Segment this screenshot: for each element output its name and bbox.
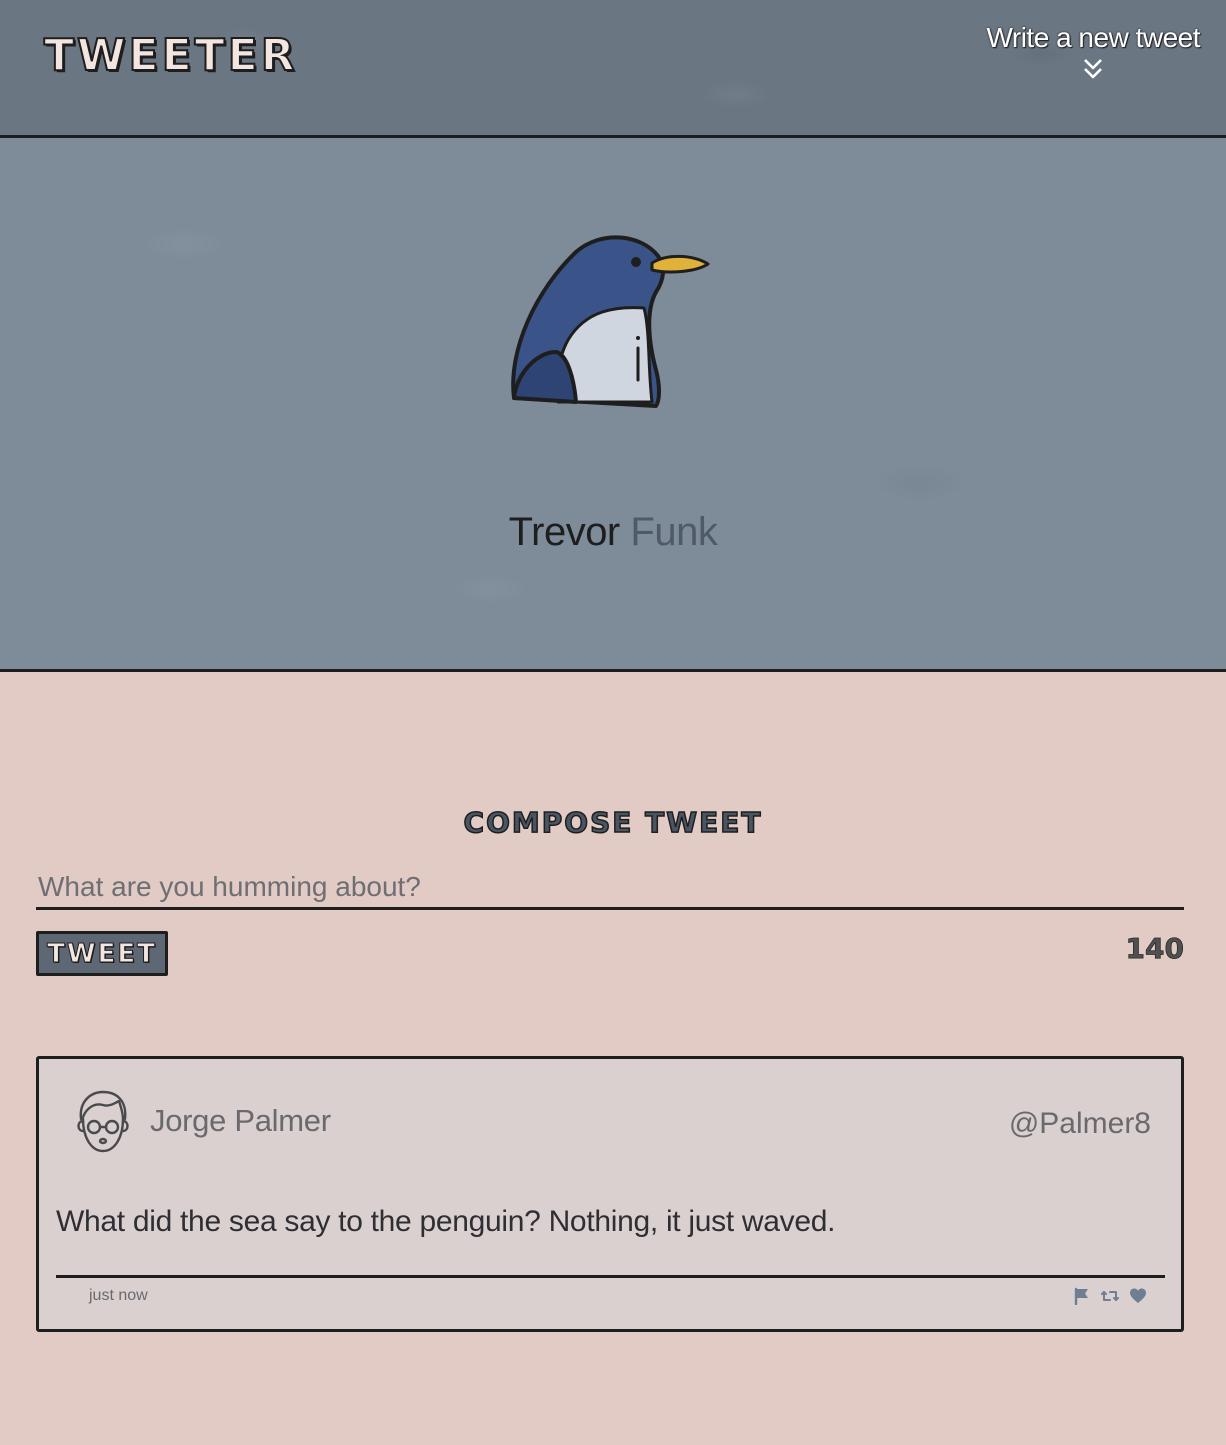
profile-name: Trevor Funk	[0, 510, 1226, 555]
profile-first-name: Trevor	[508, 510, 621, 554]
tweet-card: Jorge Palmer @Palmer8 What did the sea s…	[36, 1056, 1184, 1332]
tweet-author-handle: @Palmer8	[1008, 1107, 1151, 1140]
top-navigation-bar: TWEETER Write a new tweet	[0, 0, 1226, 138]
penguin-icon	[511, 235, 710, 408]
tweet-content: What did the sea say to the penguin? Not…	[56, 1205, 836, 1238]
flag-icon[interactable]	[1073, 1287, 1091, 1305]
tweet-actions	[1073, 1286, 1147, 1306]
compose-tweet-heading: COMPOSE TWEET	[463, 805, 763, 840]
double-chevron-down-icon[interactable]	[1083, 58, 1103, 80]
brand-logo[interactable]: TWEETER	[43, 29, 298, 82]
tweet-author-name: Jorge Palmer	[150, 1103, 331, 1138]
write-new-tweet-toggle[interactable]: Write a new tweet	[986, 22, 1200, 80]
user-glasses-avatar-icon	[77, 1090, 129, 1153]
profile-last-name: Funk	[630, 510, 718, 554]
tweet-text-input[interactable]	[36, 866, 1184, 910]
write-new-tweet-label[interactable]: Write a new tweet	[986, 22, 1200, 54]
tweet-submit-button[interactable]: TWEET	[36, 931, 168, 976]
tweet-timestamp: just now	[89, 1287, 148, 1304]
tweet-divider	[56, 1275, 1165, 1278]
retweet-icon[interactable]	[1101, 1287, 1119, 1305]
profile-section: Trevor Funk	[0, 138, 1226, 672]
heart-icon[interactable]	[1129, 1287, 1147, 1305]
character-counter: 140	[1125, 932, 1184, 966]
